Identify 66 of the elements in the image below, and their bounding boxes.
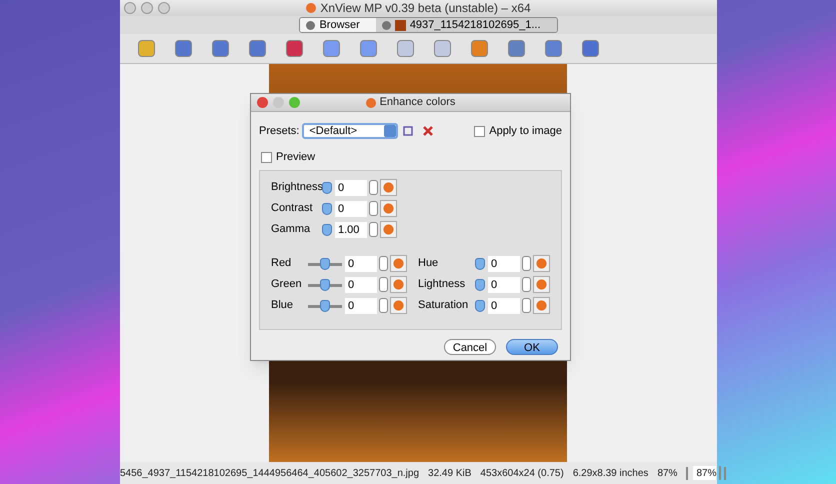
status-text: 453x604x24 (0.75) xyxy=(480,466,564,480)
dialog-title: Enhance colors xyxy=(380,95,456,110)
slider-thumb[interactable] xyxy=(322,182,332,194)
image-thumbnail-icon xyxy=(394,20,406,30)
number-field[interactable]: 0 xyxy=(488,276,520,292)
number-field[interactable]: 0 xyxy=(335,180,367,196)
number-field[interactable]: 0 xyxy=(488,256,520,272)
zoom-button[interactable] xyxy=(289,97,300,108)
control-label: Contrast xyxy=(271,201,314,216)
tab[interactable]: Browser xyxy=(300,18,376,32)
presets-dropdown[interactable]: <Default> xyxy=(302,123,398,139)
zoom-button[interactable] xyxy=(158,2,170,14)
slider-thumb[interactable] xyxy=(322,202,332,214)
reset-button[interactable] xyxy=(390,255,407,272)
close-tab-icon[interactable] xyxy=(306,20,316,30)
checkbox-label: Preview xyxy=(276,150,316,165)
checkbox[interactable] xyxy=(474,126,486,136)
dialog-button[interactable]: OK xyxy=(506,338,558,354)
reset-button[interactable] xyxy=(533,297,550,314)
app-logo-icon xyxy=(306,3,316,13)
reset-button[interactable] xyxy=(533,255,550,272)
minimize-button[interactable] xyxy=(141,2,153,14)
control-label: Gamma xyxy=(271,222,312,238)
reset-button[interactable] xyxy=(380,179,397,196)
control-label: Hue xyxy=(418,256,440,272)
save-icon[interactable] xyxy=(403,126,414,136)
slider-thumb[interactable] xyxy=(475,258,485,270)
close-button[interactable] xyxy=(257,97,268,108)
status-text: 32.49 KiB xyxy=(428,466,472,480)
slider-thumb[interactable] xyxy=(320,258,330,270)
control-label: Saturation xyxy=(418,298,470,314)
number-field[interactable]: 0 xyxy=(345,298,377,314)
reset-button[interactable] xyxy=(390,276,407,293)
status-text: 87% xyxy=(657,466,678,480)
slider-thumb[interactable] xyxy=(320,300,330,312)
number-field[interactable]: 1.00 xyxy=(335,222,367,238)
number-field[interactable]: 0 xyxy=(345,276,377,292)
close-tab-icon[interactable] xyxy=(382,20,391,30)
control-label: Red xyxy=(271,256,292,272)
slider-thumb[interactable] xyxy=(475,278,485,290)
checkbox-label: Apply to image xyxy=(489,124,562,139)
checkbox[interactable] xyxy=(261,152,272,163)
number-field[interactable]: 0 xyxy=(345,256,377,272)
slider-thumb[interactable] xyxy=(322,224,332,236)
zoom-field[interactable]: 87% xyxy=(693,466,716,480)
window-title: XnView MP v0.39 beta (unstable) – x64 xyxy=(320,0,531,17)
slider-thumb[interactable] xyxy=(320,278,330,290)
control-label: Green xyxy=(271,277,303,292)
delete-icon[interactable] xyxy=(423,126,434,136)
control-label: Lightness xyxy=(418,277,466,292)
control-label: Blue xyxy=(271,298,294,314)
status-text: 5456_4937_1154218102695_1444956464_405602_3257703_n.jpg xyxy=(120,466,420,480)
tab[interactable]: 4937_1154218102695_1... xyxy=(376,18,557,32)
number-field[interactable]: 0 xyxy=(488,298,520,314)
app-logo-icon xyxy=(366,98,376,108)
dialog-button[interactable]: Cancel xyxy=(444,338,496,354)
reset-button[interactable] xyxy=(533,276,550,293)
slider-thumb[interactable] xyxy=(475,300,485,312)
close-button[interactable] xyxy=(124,2,136,14)
reset-button[interactable] xyxy=(380,221,397,238)
reset-button[interactable] xyxy=(390,297,407,314)
number-field[interactable]: 0 xyxy=(335,200,367,216)
control-label: Brightness xyxy=(271,180,322,196)
presets-label: Presets: xyxy=(259,124,300,139)
status-text: 6.29x8.39 inches xyxy=(572,466,648,480)
reset-button[interactable] xyxy=(380,200,397,217)
